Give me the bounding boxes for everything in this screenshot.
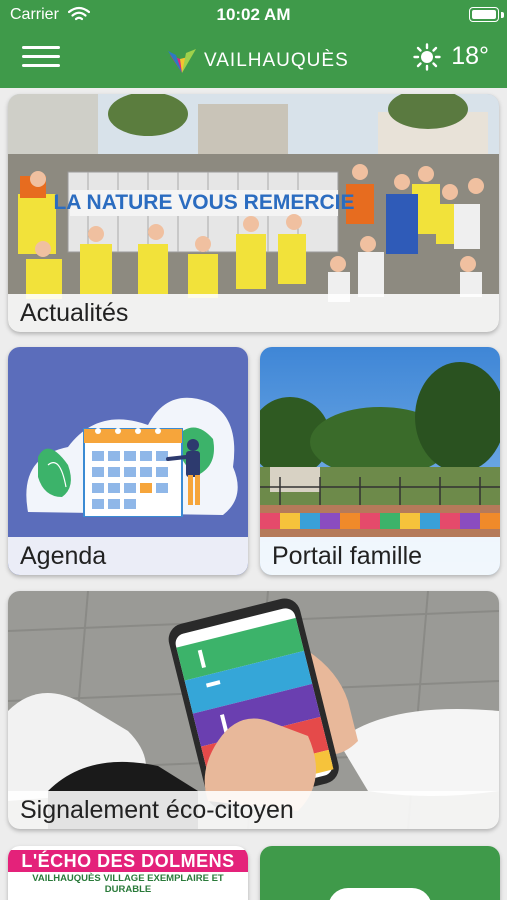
tile-actualites[interactable]: LA NATURE VOUS REMERCIE Actualités — [8, 94, 499, 332]
tile-signalement[interactable]: Signalement éco-citoyen — [8, 591, 499, 829]
sun-icon — [413, 42, 441, 71]
echo-subtitle: VAILHAUQUÈS VILLAGE EXEMPLAIRE ET DURABL… — [32, 873, 224, 895]
app-title: VAILHAUQUÈS — [204, 50, 349, 71]
tile-green-badge — [328, 888, 432, 900]
app-header: Carrier 10:02 AM VAILHAUQUÈS 18° — [0, 0, 507, 88]
app-brand: VAILHAUQUÈS — [166, 44, 349, 78]
battery-icon — [469, 7, 499, 22]
clock: 10:02 AM — [216, 5, 291, 24]
tile-label-signalement: Signalement éco-citoyen — [8, 791, 499, 829]
tile-label-agenda: Agenda — [8, 537, 248, 575]
tile-echo-des-dolmens[interactable]: L'ÉCHO DES DOLMENS VAILHAUQUÈS VILLAGE E… — [8, 846, 248, 900]
town-logo-icon — [168, 49, 196, 73]
tile-label-actualites: Actualités — [8, 294, 499, 332]
temperature: 18° — [451, 42, 489, 70]
tile-green[interactable] — [260, 846, 500, 900]
echo-title: L'ÉCHO DES DOLMENS — [8, 850, 248, 872]
tile-label-portail-famille: Portail famille — [260, 537, 500, 575]
tile-portail-famille[interactable]: Portail famille — [260, 347, 500, 575]
tile-agenda[interactable]: Agenda — [8, 347, 248, 575]
banner-text: LA NATURE VOUS REMERCIE — [53, 191, 354, 214]
weather-widget[interactable]: 18° — [413, 42, 489, 71]
status-bar: Carrier 10:02 AM — [0, 0, 507, 30]
hamburger-menu-icon[interactable] — [22, 46, 60, 68]
